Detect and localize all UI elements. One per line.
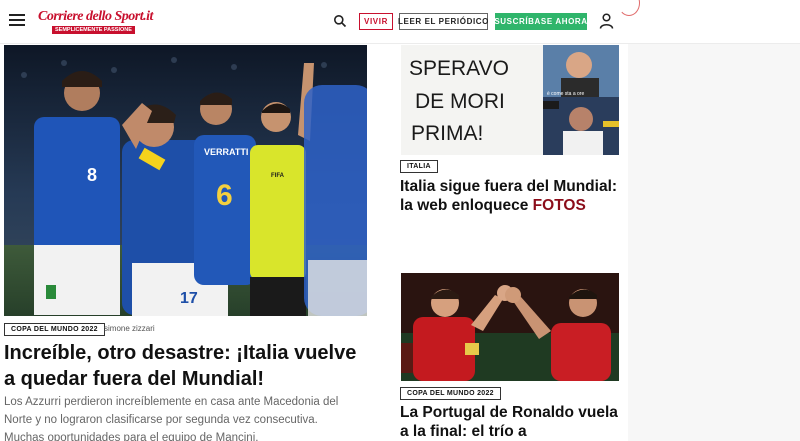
portugal-players-photo xyxy=(401,273,619,381)
jersey-number-17: 17 xyxy=(180,290,198,307)
corner-decoration xyxy=(618,0,640,16)
main-article-author[interactable]: simone zizzari xyxy=(104,324,155,333)
banner-text-line-1: SPERAVO xyxy=(409,57,509,80)
jersey-number-6: 6 xyxy=(216,179,233,212)
site-header: Corriere dello Sport.it SEMPLICEMENTE PA… xyxy=(0,0,800,44)
banner-text-line-3: PRIMA! xyxy=(411,122,483,145)
protest-banner-photo: SPERAVO DE MORI PRIMA! è come sta a ore xyxy=(401,45,619,155)
user-icon[interactable] xyxy=(599,13,614,29)
logo-tagline: SEMPLICEMENTE PASSIONE xyxy=(52,26,135,34)
banner-text-line-2: DE MORI xyxy=(415,90,505,113)
hamburger-menu-icon[interactable] xyxy=(9,14,25,26)
main-article-image[interactable]: 8 17 VERRATTI 6 FIFA xyxy=(4,45,367,316)
tv-caption: è come sta a ore xyxy=(547,91,584,97)
side-article-1-title[interactable]: Italia sigue fuera del Mundial: la web e… xyxy=(400,178,622,215)
jersey-number-8: 8 xyxy=(87,165,97,185)
side-article-2-image[interactable] xyxy=(401,273,619,381)
main-article-category-tag[interactable]: COPA DEL MUNDO 2022 xyxy=(4,323,105,336)
right-gutter xyxy=(628,44,800,441)
jersey-name-verratti: VERRATTI xyxy=(204,147,248,157)
side-article-2-category-tag[interactable]: COPA DEL MUNDO 2022 xyxy=(400,387,501,400)
fotos-label: FOTOS xyxy=(532,196,586,214)
logo-text: Corriere dello Sport.it xyxy=(38,9,153,24)
subscribe-button[interactable]: SUSCRÍBASE AHORA xyxy=(494,13,587,30)
italy-players-photo: 8 17 VERRATTI 6 FIFA xyxy=(4,45,367,316)
read-newspaper-button[interactable]: LEER EL PERIÓDICO xyxy=(398,13,488,30)
side-article-1-category-tag[interactable]: ITALIA xyxy=(400,160,438,173)
search-icon[interactable] xyxy=(333,14,347,28)
referee-fifa-badge: FIFA xyxy=(271,173,285,179)
vivir-button[interactable]: VIVIR xyxy=(359,13,393,30)
main-article-title[interactable]: Increíble, otro desastre: ¡Italia vuelve… xyxy=(4,340,370,392)
side-article-1-image[interactable]: SPERAVO DE MORI PRIMA! è come sta a ore xyxy=(401,45,619,155)
side-article-2-title[interactable]: La Portugal de Ronaldo vuela a la final:… xyxy=(400,404,622,441)
main-article-summary: Los Azzurri perdieron increíblemente en … xyxy=(4,396,339,441)
site-logo[interactable]: Corriere dello Sport.it SEMPLICEMENTE PA… xyxy=(38,9,153,35)
